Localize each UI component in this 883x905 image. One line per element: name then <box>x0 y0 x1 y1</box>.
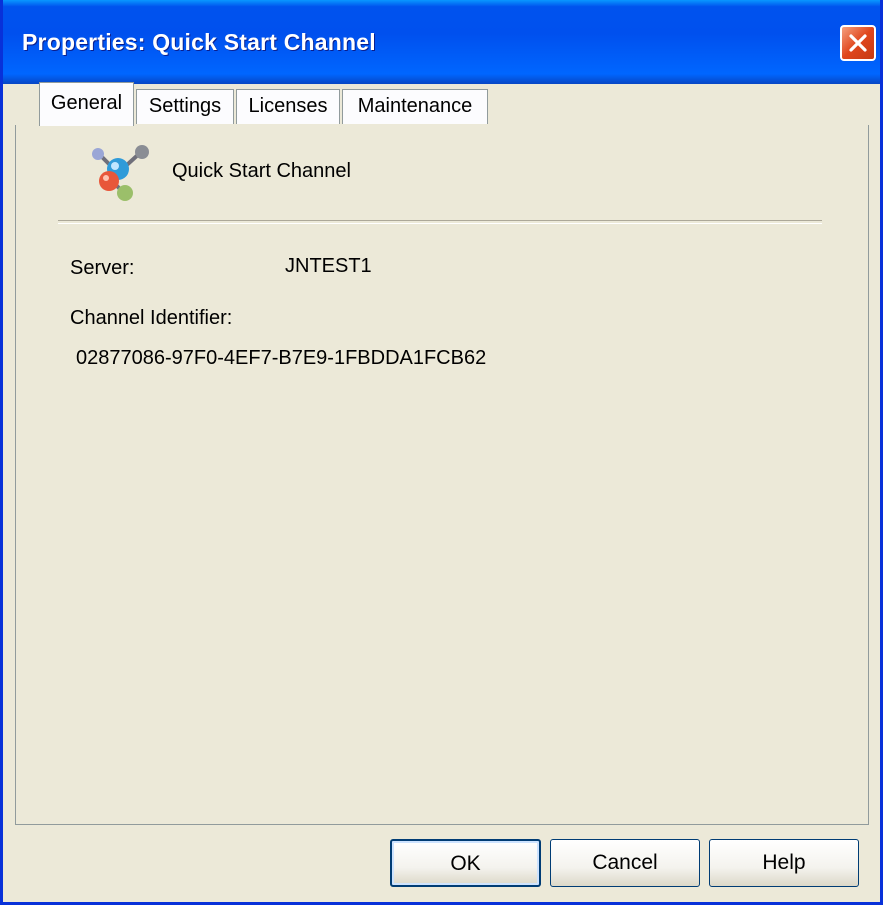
window-title: Properties: Quick Start Channel <box>22 29 376 55</box>
channel-molecule-icon <box>92 145 149 201</box>
tab-maintenance[interactable]: Maintenance <box>342 89 488 124</box>
tab-licenses[interactable]: Licenses <box>236 89 340 124</box>
close-button[interactable] <box>840 25 876 61</box>
server-value: JNTEST1 <box>285 255 372 277</box>
tab-general[interactable]: General <box>39 82 134 126</box>
general-tab-panel: Quick Start Channel Server: JNTEST1 Chan… <box>15 125 869 825</box>
help-button[interactable]: Help <box>709 839 859 887</box>
channel-name: Quick Start Channel <box>172 160 351 182</box>
title-bar[interactable]: Properties: Quick Start Channel <box>3 0 880 84</box>
channel-id-label: Channel Identifier: <box>70 307 233 329</box>
separator <box>58 220 822 224</box>
properties-dialog: Properties: Quick Start Channel General … <box>0 0 883 905</box>
cancel-button[interactable]: Cancel <box>550 839 700 887</box>
channel-id-value: 02877086-97F0-4EF7-B7E9-1FBDDA1FCB62 <box>76 347 487 369</box>
server-label: Server: <box>70 257 135 279</box>
ok-button[interactable]: OK <box>390 839 541 887</box>
tab-settings[interactable]: Settings <box>136 89 234 124</box>
close-icon <box>849 34 867 52</box>
